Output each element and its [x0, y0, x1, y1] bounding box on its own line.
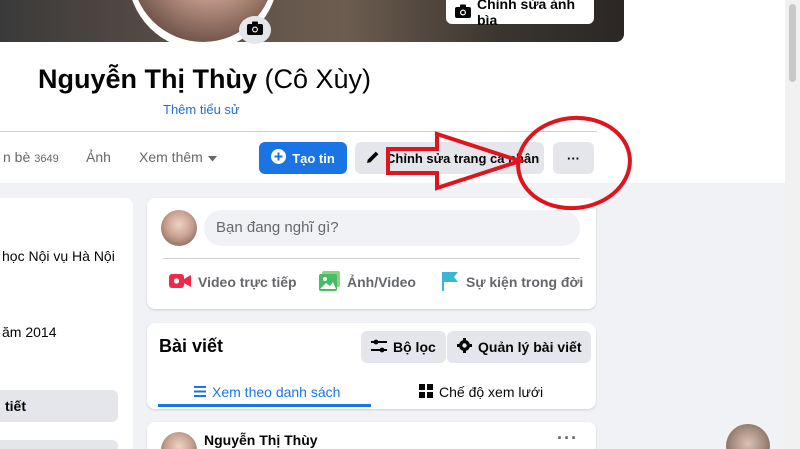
more-options-label: ···	[567, 150, 580, 166]
avatar[interactable]	[161, 210, 197, 246]
status-placeholder: Bạn đang nghĩ gì?	[216, 219, 339, 236]
update-avatar-button[interactable]	[239, 16, 271, 44]
live-video-button[interactable]: Video trực tiếp	[169, 270, 297, 294]
post-composer: Bạn đang nghĩ gì? Video trực tiếp Ảnh/Vi…	[147, 198, 596, 309]
posts-header-card: Bài viết Bộ lọc Quản lý bài viết Xem the…	[147, 323, 596, 409]
scrollbar-thumb[interactable]	[789, 4, 796, 82]
edit-cover-button[interactable]: Chỉnh sửa ảnh bìa	[446, 0, 594, 28]
profile-name-text: Nguyễn Thị Thùy	[38, 64, 257, 94]
tab-list-view[interactable]: Xem theo danh sách	[194, 377, 340, 407]
plus-circle-icon	[271, 149, 287, 167]
live-video-icon	[169, 273, 191, 292]
flag-icon	[441, 271, 459, 294]
life-event-label: Sự kiện trong đời	[466, 274, 584, 290]
floating-chat-avatar[interactable]	[726, 424, 770, 449]
add-story-button[interactable]: Tạo tin	[259, 142, 347, 174]
grid-view-label: Chế độ xem lưới	[439, 384, 544, 400]
camera-icon	[455, 4, 471, 21]
edit-profile-label: Chỉnh sửa trang cá nhân	[386, 150, 540, 166]
active-tab-indicator	[158, 404, 371, 407]
sliders-icon	[371, 339, 387, 356]
photo-video-label: Ảnh/Video	[347, 274, 416, 290]
profile-name: Nguyễn Thị Thùy (Cô Xùy)	[38, 64, 371, 95]
tab-more[interactable]: Xem thêm	[139, 149, 217, 165]
caret-down-icon	[207, 149, 217, 165]
intro-school: học Nội vụ Hà Nội	[2, 248, 115, 264]
composer-divider	[163, 258, 580, 259]
friends-count: 3649	[34, 153, 59, 165]
status-input[interactable]: Bạn đang nghĩ gì?	[204, 210, 580, 246]
photo-video-button[interactable]: Ảnh/Video	[319, 270, 416, 294]
manage-posts-button[interactable]: Quản lý bài viết	[447, 331, 592, 363]
live-video-label: Video trực tiếp	[198, 274, 297, 290]
edit-cover-label: Chỉnh sửa ảnh bìa	[477, 0, 576, 28]
list-view-label: Xem theo danh sách	[212, 384, 341, 400]
manage-posts-label: Quản lý bài viết	[478, 339, 582, 355]
grid-icon	[419, 383, 433, 401]
edit-details-button[interactable]: tiết	[0, 390, 118, 422]
edit-profile-button[interactable]: Chỉnh sửa trang cá nhân	[355, 142, 544, 174]
photo-icon	[319, 270, 340, 294]
post-author-name[interactable]: Nguyễn Thị Thùy	[204, 432, 318, 448]
post-card: Nguyễn Thị Thùy ···	[147, 422, 596, 449]
add-story-label: Tạo tin	[292, 150, 335, 166]
intro-year: ăm 2014	[2, 324, 57, 340]
list-icon	[194, 384, 206, 400]
tab-more-label: Xem thêm	[139, 149, 203, 165]
more-options-button[interactable]: ···	[553, 142, 594, 174]
tab-photos[interactable]: Ảnh	[86, 149, 111, 165]
avatar[interactable]	[161, 432, 197, 449]
posts-title: Bài viết	[159, 336, 224, 356]
tab-friends-label: n bè	[3, 149, 31, 165]
filter-label: Bộ lọc	[393, 339, 436, 355]
add-bio-link[interactable]: Thêm tiểu sử	[163, 102, 240, 117]
header-divider	[0, 131, 597, 132]
life-event-button[interactable]: Sự kiện trong đời	[441, 270, 583, 294]
pencil-icon	[366, 150, 380, 167]
filter-button[interactable]: Bộ lọc	[361, 331, 446, 363]
gear-icon	[457, 338, 472, 356]
post-more-button[interactable]: ···	[557, 428, 578, 449]
profile-nickname: (Cô Xùy)	[264, 64, 372, 94]
intro-secondary-button[interactable]	[0, 440, 118, 449]
tab-friends[interactable]: n bè 3649	[3, 149, 59, 165]
tab-grid-view[interactable]: Chế độ xem lưới	[419, 377, 543, 407]
camera-icon	[247, 21, 263, 40]
